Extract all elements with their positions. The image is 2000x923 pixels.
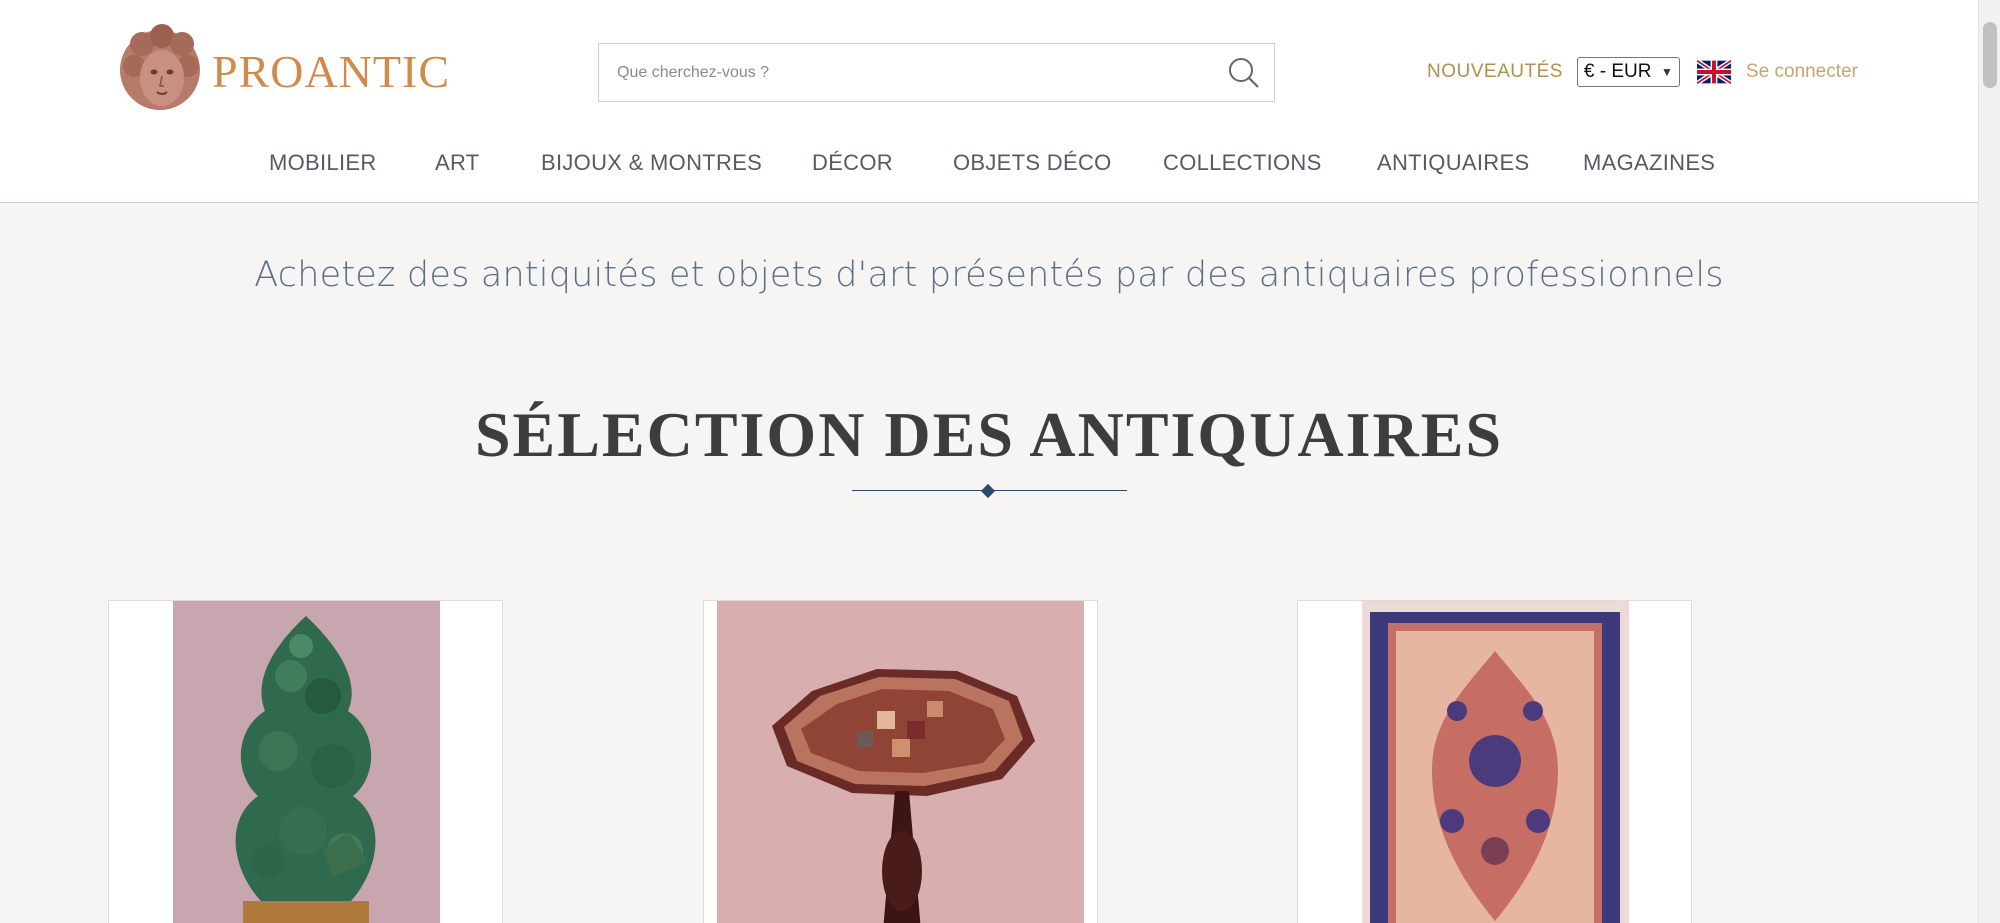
site-header: PROANTIC NOUVEAUTÉS € - EUR ▼ Se connect… bbox=[0, 0, 1978, 203]
header-utilities: NOUVEAUTÉS € - EUR ▼ Se connecter bbox=[1427, 55, 1858, 89]
nouveautes-link[interactable]: NOUVEAUTÉS bbox=[1427, 61, 1563, 83]
search-input[interactable] bbox=[599, 44, 1214, 101]
product-image-persian-rug bbox=[1362, 601, 1629, 923]
nav-item-mobilier[interactable]: MOBILIER bbox=[269, 150, 377, 176]
product-card[interactable] bbox=[1297, 600, 1692, 923]
uk-flag-icon[interactable] bbox=[1696, 60, 1731, 84]
nav-item-magazines[interactable]: MAGAZINES bbox=[1583, 150, 1715, 176]
login-link[interactable]: Se connecter bbox=[1746, 61, 1858, 83]
nav-item-bijoux-montres[interactable]: BIJOUX & MONTRES bbox=[541, 150, 762, 176]
product-card[interactable] bbox=[703, 600, 1098, 923]
product-image-ceramic-tree bbox=[173, 601, 440, 923]
logo-face-icon bbox=[120, 24, 200, 110]
currency-select[interactable]: € - EUR ▼ bbox=[1576, 57, 1680, 87]
chevron-down-icon: ▼ bbox=[1661, 65, 1673, 79]
selection-carousel bbox=[108, 528, 1850, 923]
search-icon bbox=[1229, 57, 1259, 88]
logo-text: PROANTIC bbox=[212, 45, 451, 97]
nav-item-objets-deco[interactable]: OBJETS DÉCO bbox=[953, 150, 1112, 176]
nav-item-antiquaires[interactable]: ANTIQUAIRES bbox=[1377, 150, 1529, 176]
section-title: SÉLECTION DES ANTIQUAIRES bbox=[474, 399, 1504, 470]
currency-value: € - EUR bbox=[1583, 61, 1652, 82]
nav-item-art[interactable]: ART bbox=[435, 150, 480, 176]
scrollbar-thumb[interactable] bbox=[1983, 22, 1997, 88]
search-button[interactable] bbox=[1214, 44, 1274, 101]
product-image-pietra-dura-table bbox=[717, 601, 1084, 923]
tagline: Achetez des antiquités et objets d'art p… bbox=[254, 255, 1724, 295]
nav-item-collections[interactable]: COLLECTIONS bbox=[1163, 150, 1322, 176]
main-nav: MOBILIER ART BIJOUX & MONTRES DÉCOR OBJE… bbox=[108, 123, 1850, 201]
search-bar bbox=[598, 43, 1275, 102]
page-scrollbar[interactable] bbox=[1978, 0, 2000, 923]
product-card[interactable] bbox=[108, 600, 503, 923]
title-divider-ornament bbox=[980, 483, 996, 499]
logo[interactable]: PROANTIC bbox=[112, 22, 455, 120]
nav-item-decor[interactable]: DÉCOR bbox=[812, 150, 893, 176]
